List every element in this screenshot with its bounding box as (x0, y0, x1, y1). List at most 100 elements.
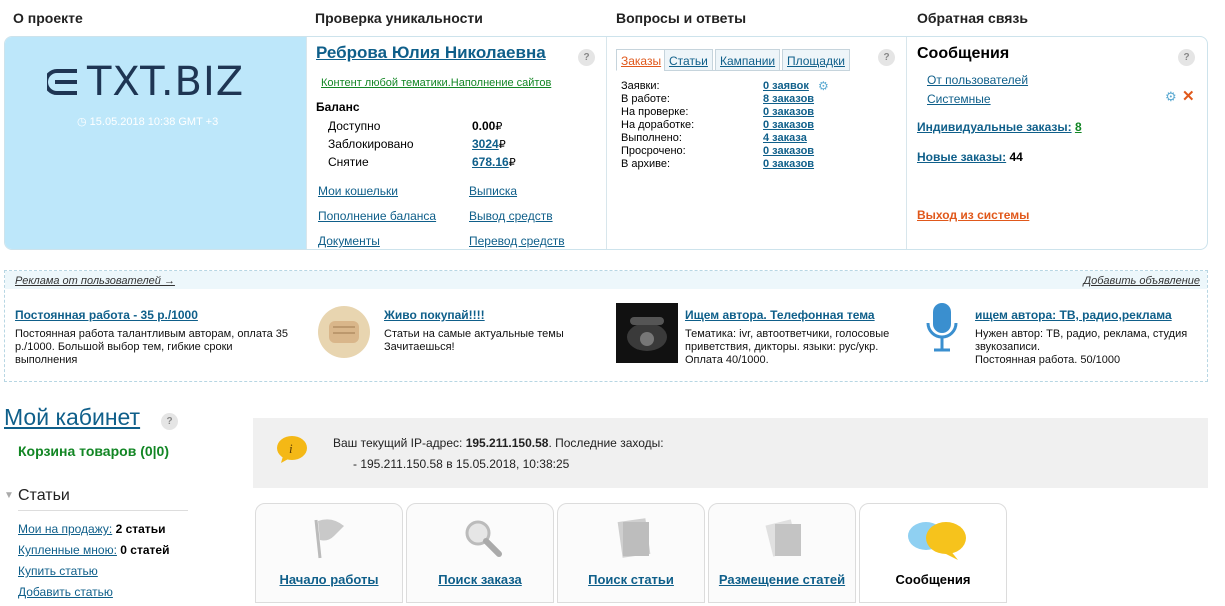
ad-text: Постоянная работа талантливым авторам, о… (15, 328, 289, 366)
tab-orders[interactable]: Заказы (616, 49, 667, 71)
balance-withdraw-value[interactable]: 678.16₽ (472, 155, 516, 169)
ad-title[interactable]: ищем автора: ТВ, радио,реклама (975, 308, 1172, 322)
top-headings: О проекте Проверка уникальности Вопросы … (0, 0, 1225, 36)
ads-block: Реклама от пользователей → Добавить объя… (4, 270, 1208, 382)
ip-info-box: i Ваш текущий IP-адрес: 195.211.150.58. … (253, 418, 1208, 488)
ad-title[interactable]: Постоянная работа - 35 р./1000 (15, 308, 198, 322)
user-name-link[interactable]: Реброва Юлия Николаевна (316, 43, 546, 63)
help-icon[interactable]: ? (1178, 49, 1195, 66)
order-label: Заявки: (621, 80, 660, 92)
statement-link[interactable]: Выписка (469, 184, 517, 198)
card-search-order[interactable]: Поиск заказа (406, 503, 554, 603)
ip-current-text: Ваш текущий IP-адрес: 195.211.150.58. По… (333, 436, 664, 450)
heading-faq[interactable]: Вопросы и ответы (616, 10, 746, 26)
messages-from-users-link[interactable]: От пользователей (927, 73, 1028, 87)
magnifier-icon (465, 520, 502, 557)
wallets-link[interactable]: Мои кошельки (318, 184, 398, 198)
logout-link[interactable]: Выход из системы (917, 208, 1029, 222)
articles-section-title[interactable]: Статьи (18, 487, 70, 505)
order-label: На доработке: (621, 119, 695, 131)
document-icon (617, 518, 651, 558)
order-label: На проверке: (621, 106, 689, 118)
add-article-link[interactable]: Добавить статью (18, 585, 113, 599)
card-search-article[interactable]: Поиск статьи (557, 503, 705, 603)
close-icon[interactable]: ✕ (1182, 87, 1195, 105)
logo-mark-icon (47, 69, 77, 95)
heading-about: О проекте (13, 10, 83, 26)
gear-icon[interactable]: ⚙ (818, 79, 829, 93)
logo-text: TXT.BIZ (87, 59, 245, 105)
order-value[interactable]: 0 заявок (763, 80, 809, 93)
site-logo[interactable]: TXT.BIZ (47, 59, 267, 105)
ad-text: Тематика: ivr, автоответчики, голосовые п… (685, 328, 890, 366)
withdraw-link[interactable]: Вывод средств (469, 209, 553, 223)
order-value[interactable]: 4 заказа (763, 132, 807, 145)
new-orders[interactable]: Новые заказы: 44 (917, 150, 1023, 164)
ad-title[interactable]: Живо покупай!!!! (384, 308, 485, 322)
order-value[interactable]: 0 заказов (763, 145, 814, 158)
info-bubble-icon: i (277, 436, 307, 463)
ad-title[interactable]: Ищем автора. Телефонная тема (685, 308, 875, 322)
messages-title: Сообщения (917, 45, 1010, 62)
orders-section: Заказы Статьи Кампании Площадки ? Заявки… (606, 37, 906, 249)
balance-withdraw-label: Снятие (328, 155, 369, 169)
chat-bubbles-icon (908, 522, 966, 560)
individual-orders[interactable]: Индивидуальные заказы: 8 (917, 120, 1082, 134)
documents-stack-icon (765, 519, 801, 557)
card-article-placement[interactable]: Размещение статей (708, 503, 856, 603)
balance-blocked-value[interactable]: 3024₽ (472, 137, 506, 151)
help-icon[interactable]: ? (578, 49, 595, 66)
ads-header: Реклама от пользователей → Добавить объя… (5, 271, 1207, 289)
main-panel: TXT.BIZ ◷ 15.05.2018 10:38 GMT +3 Ребров… (4, 36, 1208, 250)
cart-link[interactable]: Корзина товаров (0|0) (18, 443, 169, 459)
help-icon[interactable]: ? (878, 49, 895, 66)
microphone-icon[interactable] (922, 301, 962, 357)
order-label: Выполнено: (621, 132, 682, 144)
collapse-arrow-icon[interactable]: ▼ (4, 490, 14, 501)
order-label: В архиве: (621, 158, 671, 170)
balance-blocked-label: Заблокировано (328, 137, 414, 151)
order-value[interactable]: 0 заказов (763, 158, 814, 171)
tab-platforms[interactable]: Площадки (782, 49, 850, 71)
help-icon[interactable]: ? (161, 413, 178, 430)
card-messages[interactable]: Сообщения (859, 503, 1007, 603)
my-for-sale-link[interactable]: Мои на продажу: 2 статьи (18, 522, 165, 536)
gear-icon[interactable]: ⚙ (1165, 89, 1177, 105)
server-datetime: ◷ 15.05.2018 10:38 GMT +3 (77, 116, 219, 128)
fist-image[interactable] (315, 303, 373, 361)
order-value[interactable]: 8 заказов (763, 93, 814, 106)
order-label: В работе: (621, 93, 670, 105)
transfer-link[interactable]: Перевод средств (469, 234, 565, 248)
heading-uniqueness[interactable]: Проверка уникальности (315, 10, 483, 26)
documents-link[interactable]: Документы (318, 234, 380, 248)
profile-section: Реброва Юлия Николаевна ? Контент любой … (306, 37, 606, 249)
balance-title: Баланс (316, 100, 360, 114)
card-getting-started[interactable]: Начало работы (255, 503, 403, 603)
orders-tabs: Заказы Статьи Кампании Площадки (616, 49, 850, 71)
ad-text: Нужен автор: ТВ, радио, реклама, студия з… (975, 328, 1188, 366)
add-ad-link[interactable]: Добавить объявление (1083, 275, 1200, 287)
balance-available-value: 0.00₽ (472, 119, 503, 133)
topup-link[interactable]: Пополнение баланса (318, 209, 436, 223)
phone-image[interactable] (616, 303, 678, 363)
ad-text: Статьи на самые актуальные темы Зачитаешь… (384, 328, 564, 353)
cabinet-title[interactable]: Мой кабинет (4, 404, 140, 431)
bought-by-me-link[interactable]: Купленные мною: 0 статей (18, 543, 169, 557)
svg-text:i: i (289, 441, 293, 456)
messages-section: Сообщения ? От пользователей Системные ⚙… (906, 37, 1207, 249)
clock-icon: ◷ (77, 116, 87, 128)
flag-icon (314, 519, 344, 559)
ads-header-left[interactable]: Реклама от пользователей → (15, 275, 175, 287)
order-label: Просрочено: (621, 145, 686, 157)
order-value[interactable]: 0 заказов (763, 119, 814, 132)
balance-available-label: Доступно (328, 119, 381, 133)
user-category-link[interactable]: Контент любой тематики.Наполнение сайтов (321, 77, 551, 89)
logo-area: TXT.BIZ ◷ 15.05.2018 10:38 GMT +3 (5, 37, 306, 249)
buy-article-link[interactable]: Купить статью (18, 564, 98, 578)
order-value[interactable]: 0 заказов (763, 106, 814, 119)
heading-feedback[interactable]: Обратная связь (917, 10, 1028, 26)
tab-articles[interactable]: Статьи (664, 49, 713, 71)
messages-system-link[interactable]: Системные (927, 92, 991, 106)
ip-last-visit: - 195.211.150.58 в 15.05.2018, 10:38:25 (353, 457, 570, 471)
tab-campaigns[interactable]: Кампании (715, 49, 781, 71)
